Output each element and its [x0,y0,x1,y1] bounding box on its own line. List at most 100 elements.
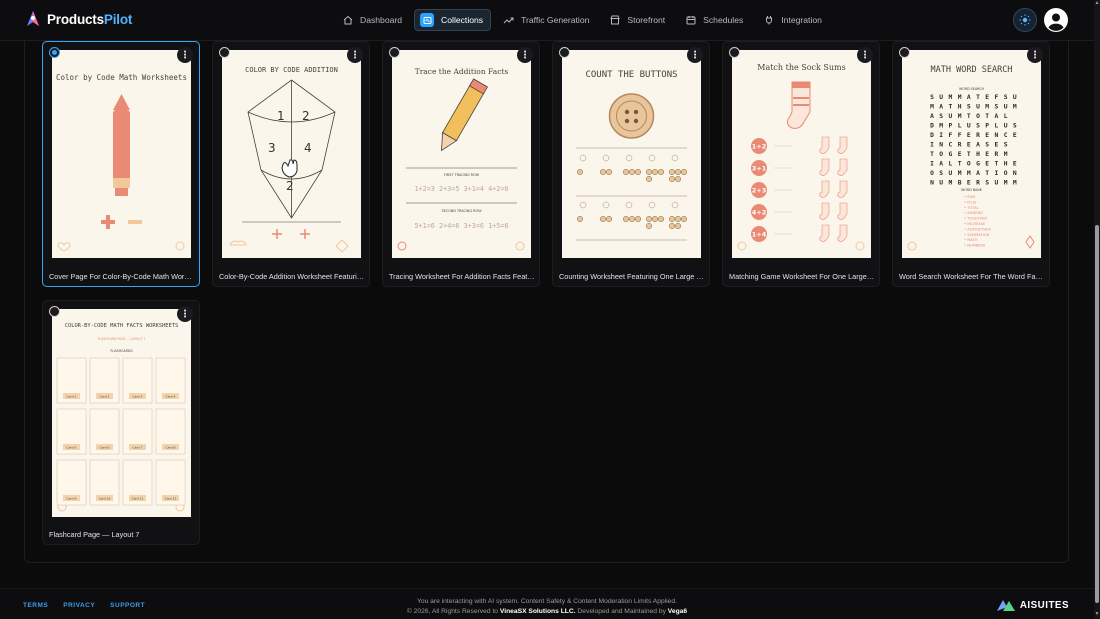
select-radio[interactable] [219,47,230,58]
grid-letter: S [995,104,999,111]
select-radio[interactable] [49,306,60,317]
collection-card[interactable]: ⋮ MATH WORD SEARCH WORD SEARCH WORD BANK… [892,41,1050,287]
sun-icon [1019,14,1031,26]
card-thumbnail: Trace the Addition Facts FIRST TRACING R… [392,50,531,258]
nav-storefront[interactable]: Storefront [601,9,673,31]
nav-schedules[interactable]: Schedules [677,9,751,31]
grid-letter: E [995,142,999,149]
grid-letter: S [976,123,980,130]
more-options-icon[interactable]: ⋮ [857,47,873,63]
grid-letter: L [995,123,999,130]
nav-integration[interactable]: Integration [755,9,830,31]
grid-letter: S [1004,142,1008,149]
app-logo[interactable]: ProductsPilot [24,9,132,29]
nav-dashboard-label: Dashboard [360,15,403,25]
select-radio[interactable] [49,47,60,58]
grid-letter: G [976,161,980,168]
flashcard-label: Card 7 [133,446,143,450]
more-options-icon[interactable]: ⋮ [687,47,703,63]
grid-letter: S [985,180,989,187]
more-options-icon[interactable]: ⋮ [347,47,363,63]
nav-traffic-generation[interactable]: Traffic Generation [495,9,597,31]
grid-letter: E [985,151,989,158]
collections-panel: ⋮ Color by Code Math Worksheets Cover Pa… [24,41,1069,563]
tracing-row-label: SECOND TRACING ROW [441,209,482,213]
card-thumbnail: MATH WORD SEARCH WORD SEARCH WORD BANK S… [902,50,1041,258]
grid-letter: M [1004,151,1008,158]
collection-card[interactable]: ⋮ COUNT THE BUTTONS Counting Worksheet F… [552,41,710,287]
grid-letter: E [985,132,989,139]
grid-letter: M [1013,104,1017,111]
nav-dashboard[interactable]: Dashboard [334,9,410,31]
select-radio[interactable] [899,47,910,58]
grid-letter: M [1013,180,1017,187]
flashcard-label: Card 10 [99,497,111,501]
more-options-icon[interactable]: ⋮ [177,306,193,322]
more-options-icon[interactable]: ⋮ [517,47,533,63]
grid-letter: I [995,170,999,177]
select-radio[interactable] [559,47,570,58]
kite-number: 4 [304,141,312,155]
small-sock [819,202,830,220]
theme-toggle-button[interactable] [1013,8,1037,32]
small-sock [819,180,830,198]
grid-letter: M [930,104,934,111]
grid-letter: F [958,132,962,139]
more-options-icon[interactable]: ⋮ [177,47,193,63]
tracing-row: 5+1=6 2+4=6 3+3=6 1+5=6 [414,222,508,230]
collection-card[interactable]: ⋮ Match the Sock Sums 1+2 3+1 2+3 4+2 1+4 Ma… [722,41,880,287]
grid-letter: I [939,132,943,139]
nav-storefront-label: Storefront [627,15,666,25]
word-bank-item: • INCREASE [964,222,986,226]
grid-letter: S [985,142,989,149]
main-nav: Dashboard Collections Traffic Generation… [334,9,834,31]
flashcard-label: Card 8 [166,446,176,450]
grid-letter: T [995,161,999,168]
grid-letter: I [930,142,934,149]
collection-card[interactable]: ⋮ Trace the Addition Facts FIRST TRACING… [382,41,540,287]
nav-traffic-generation-label: Traffic Generation [521,15,590,25]
grid-letter: T [930,151,934,158]
select-radio[interactable] [729,47,740,58]
card-thumbnail: COUNT THE BUTTONS [562,50,701,258]
logo-rocket-icon [27,11,39,26]
grid-letter: N [939,142,943,149]
collection-card[interactable]: ⋮ Color by Code Math Worksheets Cover Pa… [42,41,200,287]
grid-letter: T [967,113,971,120]
more-options-icon[interactable]: ⋮ [1027,47,1043,63]
company-name: VineaSX Solutions LLC. [499,608,576,615]
scroll-down-arrow-icon[interactable]: ▼ [1094,611,1100,619]
collection-card[interactable]: ⋮ COLOR BY CODE ADDITION 1 2 3 4 2 Color… [212,41,370,287]
grid-letter: M [958,170,962,177]
flashcard-label: Card 12 [165,497,177,501]
user-avatar[interactable] [1044,8,1068,32]
flashcard-label: Card 4 [166,395,176,399]
card-caption: Color-By-Code Addition Worksheet Featuri… [219,272,365,281]
select-radio[interactable] [389,47,400,58]
grid-letter: D [930,132,934,139]
nav-collections[interactable]: Collections [414,9,492,31]
nav-collections-label: Collections [441,15,484,25]
sum-label: 1+2 [752,143,767,151]
grid-letter: F [995,94,999,101]
grid-letter: G [949,151,953,158]
thumb-section: FLASHCARDS [110,349,132,353]
scrollbar-thumb[interactable] [1095,225,1099,603]
page-scrollbar[interactable]: ▲ ▼ [1094,0,1100,619]
word-bank-item: • ADDEND [964,211,983,215]
grid-letter: M [958,94,962,101]
scroll-up-arrow-icon[interactable]: ▲ [1094,0,1100,8]
nav-schedules-label: Schedules [703,15,744,25]
small-sock [819,136,830,154]
word-bank-item: • SUMMATION [964,233,990,237]
flashcard-label: Card 2 [100,395,110,399]
grid-letter: O [930,170,934,177]
card-thumbnail: Match the Sock Sums 1+2 3+1 2+3 4+2 1+4 [732,50,871,258]
thumb-title: Color by Code Math Worksheets [56,73,187,82]
thumb-title: Match the Sock Sums [757,63,846,72]
grid-letter: A [976,142,980,149]
grid-letter: L [1004,113,1008,120]
collection-card[interactable]: ⋮ COLOR-BY-CODE MATH FACTS WORKSHEETS FL… [42,300,200,545]
grid-letter: U [949,170,953,177]
small-sock [837,224,848,242]
